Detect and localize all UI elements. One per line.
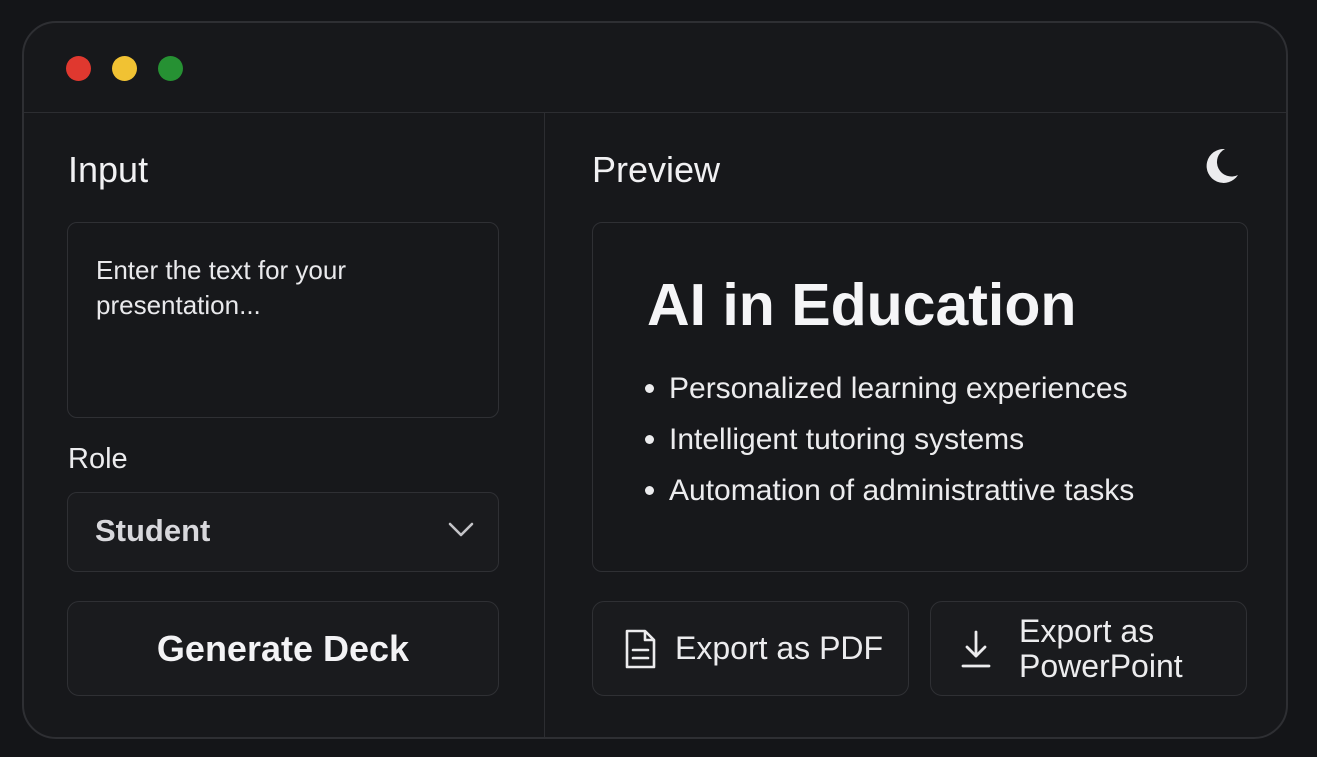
presentation-text-input[interactable]: Enter the text for your presentation... (67, 222, 499, 418)
export-pdf-button[interactable]: Export as PDF (592, 601, 909, 696)
moon-icon[interactable] (1200, 145, 1242, 187)
title-bar (24, 23, 1286, 113)
preview-panel-title: Preview (592, 149, 721, 190)
role-select[interactable]: Student (67, 492, 499, 572)
slide-preview: AI in Education Personalized learning ex… (592, 222, 1248, 572)
export-pdf-label: Export as PDF (675, 630, 884, 666)
minimize-window-button[interactable] (112, 56, 137, 81)
document-icon (625, 629, 656, 668)
input-panel-title: Input (68, 149, 149, 190)
app-window: Input Enter the text for your presentati… (22, 21, 1288, 739)
role-selected-value: Student (95, 513, 211, 548)
close-window-button[interactable] (66, 56, 91, 81)
chevron-down-icon (448, 522, 474, 537)
generate-deck-label: Generate Deck (156, 627, 410, 669)
export-powerpoint-button[interactable]: Export as PowerPoint (930, 601, 1247, 696)
slide-bullet: Personalized learning experiences (645, 363, 1134, 414)
panel-divider (544, 113, 545, 737)
role-label: Role (68, 443, 128, 475)
slide-title: AI in Education (647, 272, 1077, 338)
export-powerpoint-label: Export as PowerPoint (1019, 612, 1183, 684)
maximize-window-button[interactable] (158, 56, 183, 81)
slide-bullet: Automation of administrattive tasks (645, 465, 1134, 516)
slide-bullet-list: Personalized learning experiences Intell… (645, 363, 1134, 516)
slide-bullet: Intelligent tutoring systems (645, 414, 1134, 465)
download-icon (961, 630, 991, 667)
generate-deck-button[interactable]: Generate Deck (67, 601, 499, 696)
